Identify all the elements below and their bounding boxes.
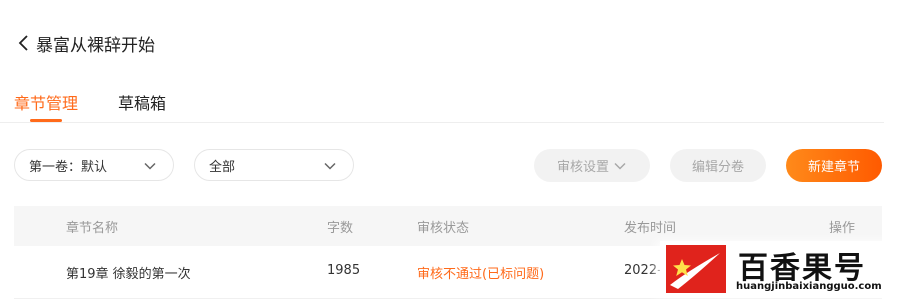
review-settings-button[interactable]: 审核设置 xyxy=(534,149,650,182)
filter-select-value: 全部 xyxy=(209,159,236,175)
chevron-down-icon xyxy=(324,162,336,170)
chapter-name[interactable]: 第19章 徐毅的第一次 xyxy=(66,263,191,282)
chevron-down-icon xyxy=(144,162,156,170)
table-header: 章节名称 字数 审核状态 发布时间 操作 xyxy=(14,206,882,246)
active-tab-indicator xyxy=(30,119,62,122)
tab-chapter-management[interactable]: 章节管理 xyxy=(14,90,78,114)
review-status[interactable]: 审核不通过(已标问题) xyxy=(417,263,544,282)
word-count: 1985 xyxy=(327,263,361,278)
tab-drafts[interactable]: 草稿箱 xyxy=(118,90,166,114)
publish-time: 2022- xyxy=(624,263,662,278)
filter-select[interactable]: 全部 xyxy=(194,149,354,181)
column-header-publish-time: 发布时间 xyxy=(624,221,677,236)
volume-select[interactable]: 第一卷：默认 xyxy=(14,149,174,181)
watermark: 百香果号 huangjinbaixiangguo.com xyxy=(660,241,904,297)
book-title: 暴富从裸辞开始 xyxy=(36,35,155,56)
watermark-logo-icon xyxy=(666,245,726,293)
tab-bar: 章节管理 草稿箱 xyxy=(0,80,884,123)
watermark-url: huangjinbaixiangguo.com xyxy=(736,281,882,292)
back-nav[interactable]: 暴富从裸辞开始 xyxy=(14,30,155,56)
chevron-left-icon[interactable] xyxy=(14,33,34,53)
column-header-status: 审核状态 xyxy=(417,221,470,236)
new-chapter-button[interactable]: 新建章节 xyxy=(786,149,882,182)
column-header-actions: 操作 xyxy=(829,221,856,236)
volume-select-value: 第一卷：默认 xyxy=(29,159,108,175)
review-settings-label: 审核设置 xyxy=(556,160,609,175)
column-header-words: 字数 xyxy=(327,221,354,236)
edit-volumes-button[interactable]: 编辑分卷 xyxy=(670,149,766,182)
chevron-down-icon xyxy=(614,162,626,170)
column-header-name: 章节名称 xyxy=(66,221,119,236)
